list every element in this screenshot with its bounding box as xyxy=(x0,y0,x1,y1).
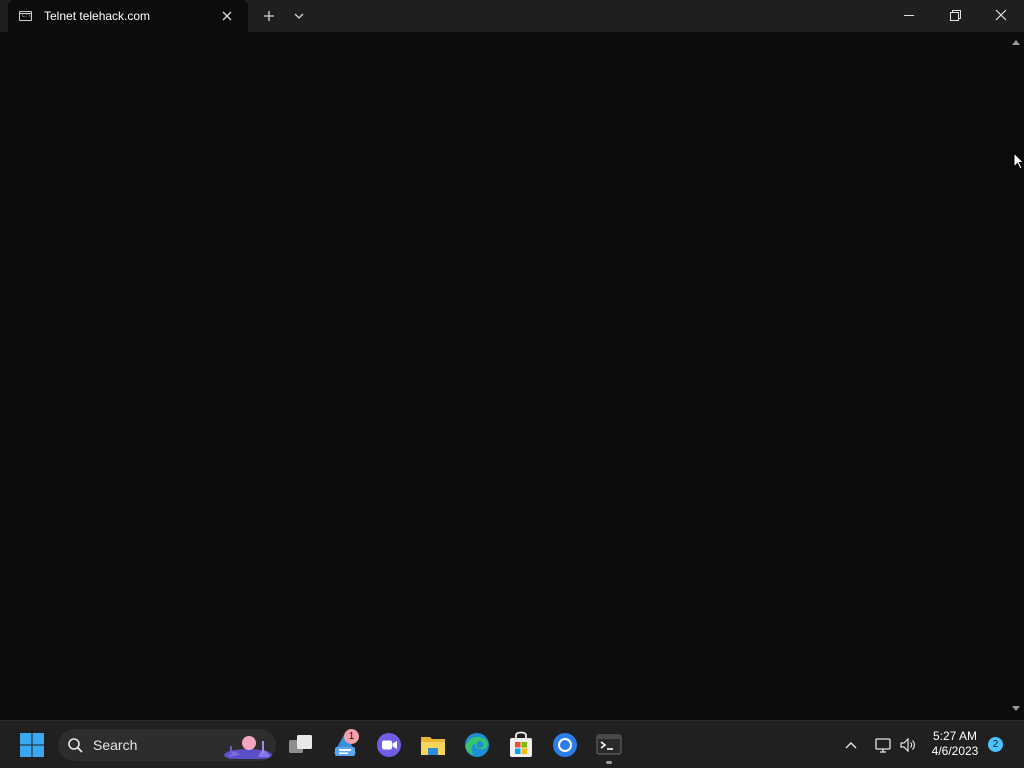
search-icon xyxy=(68,738,83,753)
microsoft-store-button[interactable] xyxy=(505,729,537,761)
terminal-icon xyxy=(596,734,622,755)
minimize-icon xyxy=(904,15,914,16)
chrome-button[interactable] xyxy=(549,729,581,761)
windows-logo-icon xyxy=(20,733,44,757)
title-bar: C:\ Telnet telehack.com xyxy=(0,0,1024,32)
clock-date: 4/6/2023 xyxy=(931,744,979,758)
tab-dropdown-button[interactable] xyxy=(287,4,311,28)
taskbar: Search 1 5:27 AM 4/6/2023 2 xyxy=(0,720,1024,768)
minimize-button[interactable] xyxy=(886,0,932,32)
tab-telnet[interactable]: C:\ Telnet telehack.com xyxy=(8,0,248,32)
close-icon xyxy=(995,9,1007,21)
search-highlight-illustration-icon xyxy=(224,736,272,759)
terminal-output-area[interactable] xyxy=(0,32,1008,720)
plus-icon xyxy=(264,11,274,21)
volume-button[interactable] xyxy=(899,736,917,754)
restore-icon xyxy=(950,10,961,21)
chrome-icon xyxy=(553,733,577,757)
network-button[interactable] xyxy=(874,736,892,754)
clock-time: 5:27 AM xyxy=(932,729,978,743)
notes-app-button[interactable]: 1 xyxy=(329,729,361,761)
task-view-button[interactable] xyxy=(285,729,317,761)
volume-icon xyxy=(900,737,915,753)
edge-browser-icon xyxy=(465,733,489,757)
notification-badge: 1 xyxy=(344,729,359,744)
network-icon xyxy=(875,738,891,753)
edge-button[interactable] xyxy=(461,729,493,761)
terminal-button[interactable] xyxy=(593,729,625,761)
active-app-indicator xyxy=(606,761,612,764)
scroll-up-arrow-icon[interactable] xyxy=(1011,38,1021,46)
notification-center-badge[interactable]: 2 xyxy=(988,737,1003,752)
teams-video-icon xyxy=(377,733,401,757)
scroll-down-arrow-icon[interactable] xyxy=(1011,705,1021,713)
new-tab-button[interactable] xyxy=(256,4,282,28)
search-label: Search xyxy=(93,737,138,753)
task-view-icon xyxy=(289,735,312,753)
close-window-button[interactable] xyxy=(978,0,1024,32)
chevron-down-icon xyxy=(294,13,304,19)
start-button[interactable] xyxy=(16,729,48,761)
show-hidden-icons-button[interactable] xyxy=(843,737,859,753)
restore-button[interactable] xyxy=(932,0,978,32)
file-explorer-button[interactable] xyxy=(417,729,449,761)
mouse-pointer-icon xyxy=(1013,152,1024,170)
tab-title: Telnet telehack.com xyxy=(44,9,151,23)
command-prompt-icon: C:\ xyxy=(19,11,32,21)
store-icon xyxy=(510,731,532,757)
terminal-scrollbar[interactable] xyxy=(1008,32,1024,720)
tab-close-button[interactable] xyxy=(219,8,235,24)
taskbar-search-box[interactable]: Search xyxy=(58,729,276,761)
teams-button[interactable] xyxy=(373,729,405,761)
clock-button[interactable]: 5:27 AM 4/6/2023 xyxy=(920,729,990,759)
chevron-up-icon xyxy=(845,742,857,749)
folder-icon xyxy=(421,737,445,755)
close-icon xyxy=(222,11,232,21)
